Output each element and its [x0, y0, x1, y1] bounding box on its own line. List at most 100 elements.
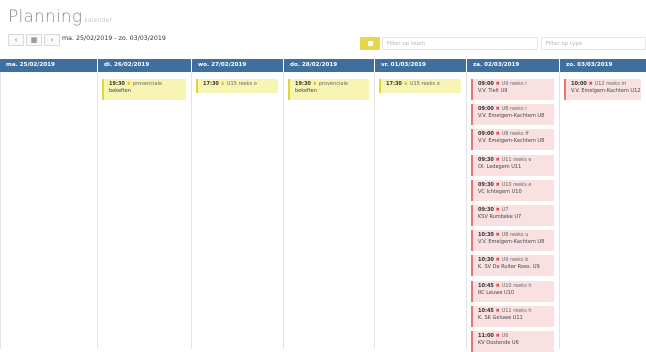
trophy-icon: ♛ — [310, 81, 319, 87]
event-level: U8 reeks u — [501, 232, 529, 239]
event-time: 19:30 — [109, 81, 125, 87]
event-team: VC Ichtegem U10 — [478, 188, 522, 195]
event-team: bekeften — [295, 88, 317, 94]
event-time: 10:45 — [478, 307, 494, 314]
date-range-label: ma. 25/02/2019 - zo. 03/03/2019 — [62, 35, 166, 42]
day-header[interactable]: wo. 27/02/2019 — [191, 59, 283, 72]
cross-icon: ✖ — [586, 81, 595, 87]
event-team: K. SK Geluwe U11 — [478, 314, 523, 321]
event-team: K. SV De Ruiter Roes. U9 — [478, 264, 540, 271]
day-header[interactable]: vr. 01/03/2019 — [374, 59, 466, 72]
team-filter-input[interactable]: Filter op team — [382, 37, 538, 50]
calendar-event[interactable]: 10:30 ✖ U9 reeks b K. SV De Ruiter Roes. … — [471, 255, 554, 277]
calendar-event[interactable]: 09:30 ✖ U7 KSV Rumbeke U7 — [471, 205, 554, 226]
event-level: U15 reeks o — [226, 81, 257, 87]
calendar-event[interactable]: 10:00 ✖ U12 reeks m V.V. Emelgem-Kachtem … — [564, 79, 641, 100]
event-team: V.V. Emelgem-Kachtem U8 — [478, 113, 545, 120]
calendar-header-row: ma. 25/02/2019 di. 26/02/2019 wo. 27/02/20… — [0, 59, 646, 72]
event-level: U10 reeks e — [501, 181, 532, 188]
event-time: 09:00 — [478, 106, 494, 113]
calendar-event[interactable]: 10:30 ✖ U8 reeks u V.V. Emelgem-Kachtem U… — [471, 230, 554, 252]
event-time: 09:00 — [478, 81, 494, 87]
event-level: U12 reeks m — [594, 81, 627, 87]
calendar-event[interactable]: 09:00 ✖ U9 reeks i V.V. Tielt U9 — [471, 79, 554, 100]
cross-icon: ✖ — [493, 232, 502, 239]
event-team: RC Leuwe U10 — [478, 289, 515, 296]
event-team: V.V. Tielt U9 — [478, 88, 508, 94]
cross-icon: ✖ — [493, 131, 502, 138]
filter-button[interactable] — [360, 37, 380, 50]
type-filter-input[interactable]: Filter op type — [541, 37, 646, 50]
chevron-left-icon: ‹ — [14, 36, 18, 44]
cross-icon: ✖ — [493, 282, 502, 289]
day-header[interactable]: ma. 25/02/2019 — [0, 59, 97, 72]
calendar-event[interactable]: 17:30 ♛ U15 reeks o — [379, 79, 461, 93]
event-level: U11 reeks e — [501, 156, 532, 163]
calendar-event[interactable]: 09:30 ✖ U11 reeks e Ol. Ledegem U11 — [471, 154, 554, 176]
cross-icon: ✖ — [493, 333, 502, 339]
cross-icon: ✖ — [493, 81, 502, 87]
event-level: U8 reeks ff — [501, 131, 529, 138]
day-column — [374, 72, 466, 349]
event-time: 17:30 — [386, 81, 402, 87]
event-time: 10:45 — [478, 282, 494, 289]
event-time: 10:30 — [478, 257, 494, 264]
event-team: V.V. Emelgem-Kachtem U8 — [478, 138, 545, 145]
event-team: Ol. Ledegem U11 — [478, 163, 522, 170]
trophy-icon: ♛ — [124, 81, 133, 87]
calendar-event[interactable]: 19:30 ♛ provenciale bekeften — [288, 79, 369, 100]
event-level: U15 reeks o — [409, 81, 440, 87]
calendar-event[interactable]: 19:30 ♛ provenciale bekeften — [102, 79, 186, 100]
event-level: U9 reeks i — [501, 81, 527, 87]
event-time: 19:30 — [295, 81, 311, 87]
event-time: 09:00 — [478, 131, 494, 138]
cross-icon: ✖ — [493, 181, 502, 188]
event-time: 09:30 — [478, 181, 494, 188]
event-team: bekeften — [109, 88, 131, 94]
calendar-icon: ▦ — [30, 36, 38, 44]
chevron-right-icon: › — [50, 36, 54, 44]
event-team: KSV Rumbeke U7 — [478, 214, 522, 220]
cross-icon: ✖ — [493, 156, 502, 163]
calendar-event[interactable]: 10:45 ✖ U10 reeks h RC Leuwe U10 — [471, 280, 554, 302]
event-level: provenciale — [132, 81, 162, 87]
event-team: KV Oostende U6 — [478, 340, 519, 346]
calendar-event[interactable]: 09:30 ✖ U10 reeks e VC Ichtegem U10 — [471, 179, 554, 201]
event-level: U11 reeks h — [501, 307, 532, 314]
event-time: 11:00 — [478, 333, 494, 339]
cross-icon: ✖ — [493, 106, 502, 113]
event-level: U10 reeks h — [501, 282, 532, 289]
event-level: U8 reeks i — [501, 106, 527, 113]
event-time: 17:30 — [203, 81, 219, 87]
calendar-picker-button[interactable]: ▦ — [26, 34, 42, 46]
day-column — [559, 72, 646, 349]
day-column — [97, 72, 191, 349]
event-team: V.V. Emelgem-Kachtem U12 — [571, 88, 641, 94]
event-time: 10:00 — [571, 81, 587, 87]
cross-icon: ✖ — [493, 257, 502, 264]
next-week-button[interactable]: › — [44, 34, 60, 46]
calendar-event[interactable]: 09:00 ✖ U8 reeks i V.V. Emelgem-Kachtem U… — [471, 104, 554, 126]
calendar-event[interactable]: 17:30 ♛ U15 reeks o — [196, 79, 278, 93]
event-time: 10:30 — [478, 232, 494, 239]
event-level: provenciale — [318, 81, 348, 87]
day-header[interactable]: za. 02/03/2019 — [466, 59, 559, 72]
prev-week-button[interactable]: ‹ — [8, 34, 24, 46]
day-column — [0, 72, 97, 349]
trophy-icon: ♛ — [401, 81, 410, 87]
page-title: Planning kalender — [8, 7, 113, 27]
day-header[interactable]: di. 26/02/2019 — [97, 59, 191, 72]
day-column — [283, 72, 374, 349]
calendar-event[interactable]: 10:45 ✖ U11 reeks h K. SK Geluwe U11 — [471, 305, 554, 327]
day-header[interactable]: do. 28/02/2019 — [283, 59, 374, 72]
day-header[interactable]: zo. 03/03/2019 — [559, 59, 646, 72]
event-level: U6 — [501, 333, 509, 339]
event-time: 09:30 — [478, 156, 494, 163]
cross-icon: ✖ — [493, 307, 502, 314]
filter-icon — [368, 41, 373, 46]
calendar-event[interactable]: 09:00 ✖ U8 reeks ff V.V. Emelgem-Kachtem … — [471, 129, 554, 151]
event-level: U9 reeks b — [501, 257, 529, 264]
day-column — [191, 72, 283, 349]
page-subtitle: kalender — [84, 17, 113, 24]
event-time: 09:30 — [478, 207, 494, 213]
